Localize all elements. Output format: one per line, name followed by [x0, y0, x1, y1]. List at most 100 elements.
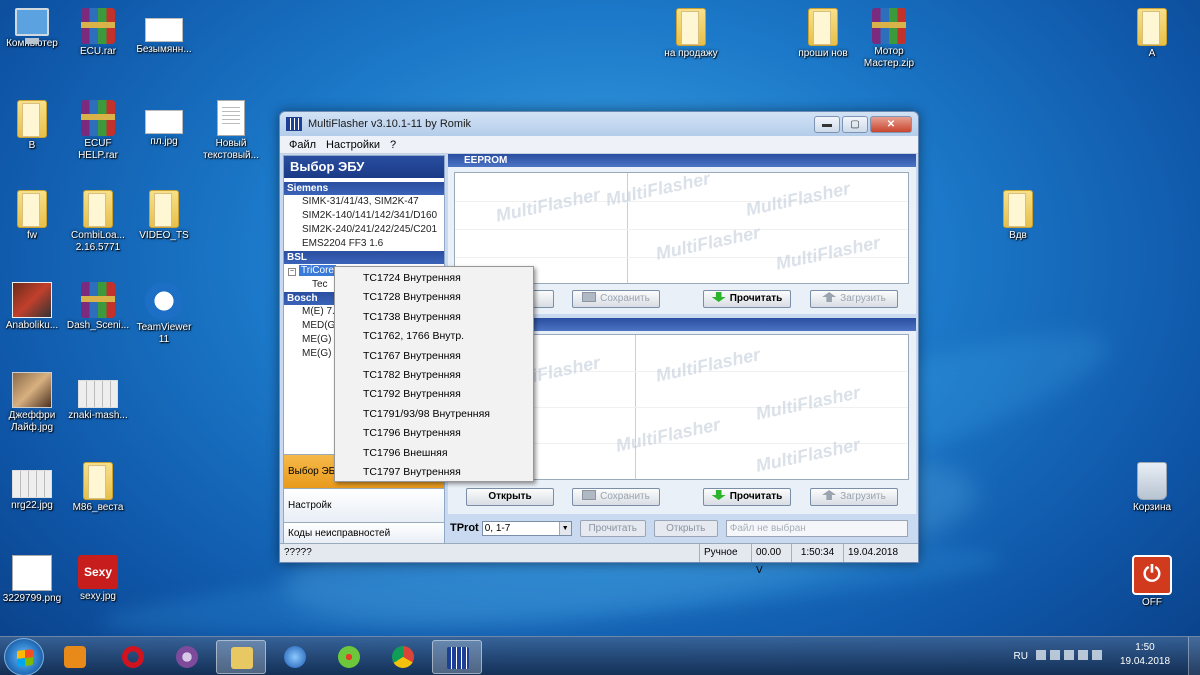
desktop-icon-znaki-mash[interactable]: znaki-mash...: [60, 372, 136, 422]
flash-save-button[interactable]: Сохранить: [572, 488, 660, 506]
network-icon[interactable]: [1064, 650, 1074, 660]
power-icon: ⏻: [1132, 555, 1172, 595]
image-icon: [12, 555, 52, 591]
desktop-icon-label: Новый текстовый...: [203, 138, 259, 161]
menu-item[interactable]: TC1762, 1766 Внутр.: [335, 327, 533, 346]
menu-item[interactable]: TC1738 Внутренняя: [335, 308, 533, 327]
menu-item[interactable]: TC1797 Внутренняя: [335, 463, 533, 482]
menu-item[interactable]: TC1767 Внутренняя: [335, 347, 533, 366]
desktop-icon-pl-jpg[interactable]: пл.jpg: [126, 100, 202, 148]
upload-arrow-icon: [822, 292, 837, 302]
button-label: Сохранить: [600, 491, 650, 502]
maximize-button[interactable]: ▢: [842, 115, 868, 133]
nav-settings[interactable]: Настройк: [284, 488, 444, 522]
eeprom-read-button[interactable]: Прочитать: [703, 290, 791, 308]
taskbar-app-blue[interactable]: [270, 640, 320, 674]
chevron-down-icon[interactable]: ▼: [558, 521, 571, 535]
flash-read-button[interactable]: Прочитать: [703, 488, 791, 506]
menu-item[interactable]: TC1796 Внешняя: [335, 444, 533, 463]
desktop-icon-teamviewer[interactable]: TeamViewer 11: [126, 282, 202, 346]
desktop-icon-m86-vesta[interactable]: M86_веста: [60, 462, 136, 514]
watermark: MultiFlasher: [613, 414, 722, 456]
clock[interactable]: 1:50 19.04.2018: [1110, 641, 1180, 669]
desktop-icon-video-ts[interactable]: VIDEO_TS: [126, 190, 202, 242]
desktop-icon-sexy[interactable]: Sexy sexy.jpg: [60, 555, 136, 603]
menu-item[interactable]: TC1782 Внутренняя: [335, 366, 533, 385]
desktop-icon-label: OFF: [1142, 597, 1162, 608]
eeprom-save-button[interactable]: Сохранить: [572, 290, 660, 308]
menu-help[interactable]: ?: [390, 139, 396, 151]
desktop-icon-recycle-bin[interactable]: Корзина: [1114, 462, 1190, 514]
close-button[interactable]: ✕: [870, 115, 912, 133]
desktop-icon-label: Вдв: [1009, 230, 1027, 241]
start-button[interactable]: [4, 638, 44, 675]
folder-icon: [83, 190, 113, 228]
show-desktop-button[interactable]: [1188, 637, 1200, 675]
taskbar-tor[interactable]: [162, 640, 212, 674]
menu-item[interactable]: TC1792 Внутренняя: [335, 385, 533, 404]
signal-icon[interactable]: [1092, 650, 1102, 660]
sexy-image-icon: Sexy: [78, 555, 118, 589]
desktop-icon-proshi-nov[interactable]: проши нов: [785, 8, 861, 60]
flash-upload-button[interactable]: Загрузить: [810, 488, 898, 506]
desktop-icon-motor-master[interactable]: Мотор Мастер.zip: [851, 8, 927, 70]
folder-icon: [149, 190, 179, 228]
menu-settings[interactable]: Настройки: [326, 139, 380, 151]
flash-open-button[interactable]: Открыть: [466, 488, 554, 506]
menu-item[interactable]: TC1724 Внутренняя: [335, 269, 533, 288]
desktop-icon-label: проши нов: [798, 48, 848, 59]
desktop-icon-a[interactable]: A: [1114, 8, 1190, 60]
tprot-label: TProt: [450, 522, 479, 534]
taskbar-explorer[interactable]: [216, 640, 266, 674]
tree-item[interactable]: SIMK-31/41/43, SIM2K-47: [284, 195, 444, 209]
tprot-value: 0, 1-7: [484, 522, 511, 534]
tree-item[interactable]: SIM2K-140/141/142/341/D160: [284, 209, 444, 223]
taskbar-icq[interactable]: [324, 640, 374, 674]
desktop-icon-combiloader[interactable]: CombiLoa... 2.16.5771: [60, 190, 136, 254]
image-icon: [145, 110, 183, 134]
tprot-open-button[interactable]: Открыть: [653, 519, 718, 537]
menu-file[interactable]: Файл: [289, 139, 316, 151]
tree-item[interactable]: EMS2204 FF3 1.6: [284, 237, 444, 251]
desktop-icon-ecu-rar[interactable]: ECU.rar: [60, 8, 136, 58]
desktop-icon-na-prodazhu[interactable]: на продажу: [653, 8, 729, 60]
multiflasher-app-icon: [286, 117, 302, 131]
taskbar-opera[interactable]: [108, 640, 158, 674]
taskbar-multiflasher[interactable]: [432, 640, 482, 674]
eeprom-upload-button[interactable]: Загрузить: [810, 290, 898, 308]
desktop-icon-label: Dash_Sceni...: [66, 320, 130, 331]
tprot-read-button[interactable]: Прочитать: [579, 519, 646, 537]
menu-item[interactable]: TC1791/93/98 Внутренняя: [335, 405, 533, 424]
chevron-up-icon[interactable]: [1036, 650, 1046, 660]
tray-icons[interactable]: [1036, 650, 1110, 662]
tree-item[interactable]: SIM2K-240/241/242/245/C201: [284, 223, 444, 237]
desktop-icon-label: VIDEO_TS: [139, 230, 189, 241]
taskbar-chrome[interactable]: [378, 640, 428, 674]
archive-icon: [872, 8, 906, 44]
collapse-toggle-icon[interactable]: −: [288, 268, 296, 276]
tree-group-siemens[interactable]: Siemens: [284, 182, 444, 195]
desktop-icon-untitled[interactable]: Безымянн...: [126, 8, 202, 56]
desktop-icon-label: ECUF HELP.rar: [78, 138, 118, 161]
tree-group-bsl[interactable]: BSL: [284, 251, 444, 264]
desktop-icon-dash-sceni[interactable]: Dash_Sceni...: [60, 282, 136, 332]
desktop-icon-vdv[interactable]: Вдв: [980, 190, 1056, 242]
minimize-button[interactable]: ▬: [814, 115, 840, 133]
taskbar-media-player[interactable]: [50, 640, 100, 674]
menu-item[interactable]: TC1796 Внутренняя: [335, 424, 533, 443]
icq-icon: [338, 646, 360, 668]
nav-error-codes[interactable]: Коды неисправностей: [284, 522, 444, 544]
watermark: MultiFlasher: [753, 434, 862, 476]
clock-date: 19.04.2018: [1119, 656, 1171, 667]
desktop-icon-label: Корзина: [1132, 502, 1172, 513]
language-indicator[interactable]: RU: [1014, 651, 1028, 662]
tprot-select[interactable]: 0, 1-7 ▼: [481, 520, 572, 536]
title-bar[interactable]: MultiFlasher v3.10.1-11 by Romik ▬ ▢ ✕: [280, 112, 918, 136]
desktop-icon-new-text[interactable]: Новый текстовый...: [193, 100, 269, 162]
volume-icon[interactable]: [1078, 650, 1088, 660]
desktop-icon-off[interactable]: ⏻ OFF: [1114, 555, 1190, 609]
computer-icon: [15, 8, 49, 44]
desktop-icon-ecuf-help[interactable]: ECUF HELP.rar: [60, 100, 136, 162]
menu-item[interactable]: TC1728 Внутренняя: [335, 288, 533, 307]
tray-app-icon[interactable]: [1050, 650, 1060, 660]
